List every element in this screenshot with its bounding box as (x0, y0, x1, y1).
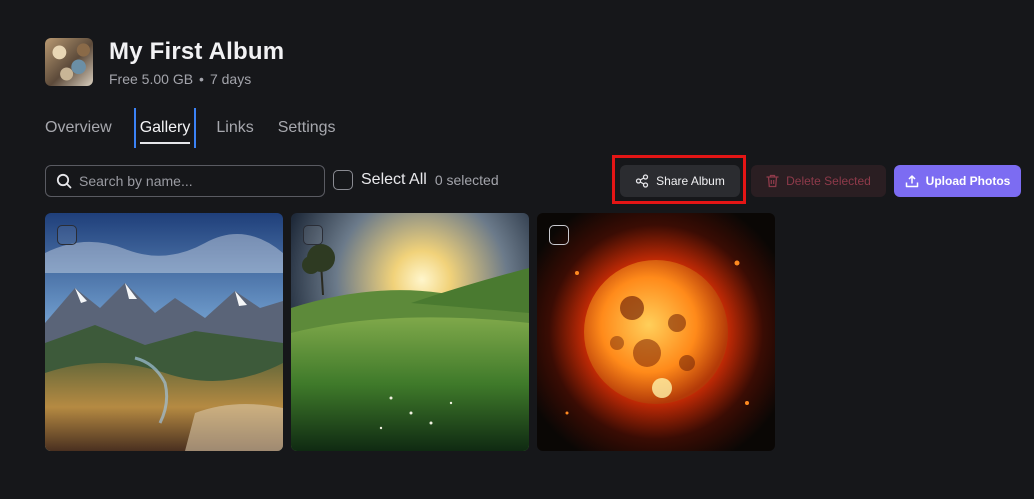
album-header: My First Album Free 5.00 GB • 7 days (45, 38, 284, 88)
tab-overview[interactable]: Overview (45, 108, 112, 148)
tab-label: Gallery (139, 119, 191, 144)
search-input[interactable] (79, 173, 324, 189)
delete-selected-label: Delete Selected (786, 174, 871, 188)
album-meta: My First Album Free 5.00 GB • 7 days (109, 38, 284, 88)
photo-card-mountain-valley[interactable] (45, 213, 283, 451)
tab-links[interactable]: Links (216, 108, 253, 148)
share-album-label: Share Album (656, 174, 725, 188)
album-subtitle: Free 5.00 GB • 7 days (109, 70, 284, 88)
album-page: My First Album Free 5.00 GB • 7 days Overv… (0, 0, 1034, 499)
share-icon (635, 174, 649, 188)
tab-label: Settings (277, 119, 336, 136)
album-title: My First Album (109, 38, 285, 65)
upload-icon (905, 175, 918, 188)
upload-photos-label: Upload Photos (925, 174, 1011, 188)
mountain-valley-photo (45, 213, 283, 451)
search-box (45, 165, 325, 197)
album-storage: Free 5.00 GB (109, 71, 194, 87)
album-cover-thumbnail (45, 38, 93, 86)
tab-label: Overview (45, 119, 112, 136)
photo-select-checkbox[interactable] (303, 225, 323, 245)
photo-card-green-hills-sunset[interactable] (291, 213, 529, 451)
select-all-checkbox[interactable] (333, 170, 353, 190)
tab-settings[interactable]: Settings (278, 108, 336, 148)
selected-count: 0 selected (434, 172, 499, 188)
album-separator: • (199, 71, 204, 87)
photo-gallery (45, 213, 783, 451)
search-icon (56, 173, 72, 189)
photo-select-checkbox[interactable] (57, 225, 77, 245)
green-hills-sunset-photo (291, 213, 529, 451)
photo-card-burning-sun[interactable] (537, 213, 775, 451)
upload-photos-button[interactable]: Upload Photos (894, 165, 1021, 197)
select-all-label: Select All (361, 171, 427, 188)
photo-select-checkbox[interactable] (549, 225, 569, 245)
tab-gallery[interactable]: Gallery (133, 108, 197, 148)
share-album-button[interactable]: Share Album (620, 165, 740, 197)
album-tabs: Overview Gallery Links Settings (45, 108, 360, 148)
tab-label: Links (216, 119, 254, 136)
select-all-control[interactable]: Select All 0 selected (333, 170, 499, 190)
album-age: 7 days (209, 71, 252, 87)
trash-icon (766, 174, 779, 188)
burning-sun-photo (537, 213, 775, 451)
delete-selected-button[interactable]: Delete Selected (751, 165, 886, 197)
